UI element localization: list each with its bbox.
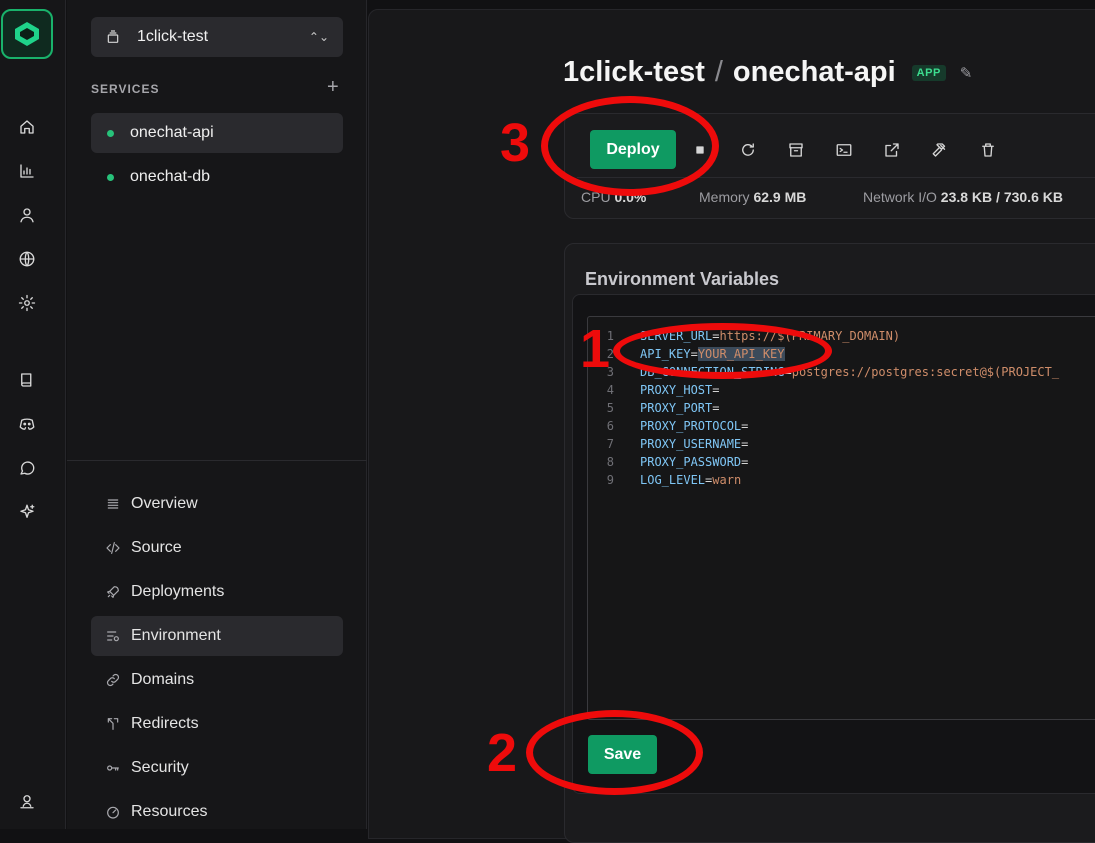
status-dot	[107, 129, 114, 137]
gauge-icon	[107, 806, 119, 819]
annotation-number-1: 1	[580, 319, 611, 379]
external-link-icon[interactable]	[880, 138, 904, 162]
annotation-circle-api-key	[613, 323, 832, 379]
title-project: 1click-test	[563, 56, 705, 88]
project-name: 1click-test	[137, 28, 209, 45]
discord-icon[interactable]	[16, 413, 38, 435]
nav-label: Source	[131, 539, 182, 556]
nav-item-domains[interactable]: Domains	[91, 660, 343, 700]
code-line: 8 PROXY_PASSWORD=	[606, 455, 749, 469]
annotation-number-2: 2	[487, 723, 518, 783]
code-line: 9 LOG_LEVEL=warn	[606, 473, 742, 487]
service-label: onechat-api	[130, 124, 214, 141]
nav-item-security[interactable]: Security	[91, 748, 343, 788]
code-line: 6 PROXY_PROTOCOL=	[606, 419, 749, 433]
main-panel: 1click-test / onechat-api APP ✎ Deploy C…	[368, 9, 1095, 843]
nav-item-redirects[interactable]: Redirects	[91, 704, 343, 744]
nav-label: Deployments	[131, 583, 225, 600]
chat-icon[interactable]	[16, 457, 38, 479]
app-logo-icon[interactable]	[1, 9, 53, 59]
nav-label: Domains	[131, 671, 195, 688]
list-icon	[107, 499, 119, 509]
home-icon[interactable]	[16, 116, 38, 138]
rocket-icon	[107, 586, 119, 598]
service-label: onechat-db	[130, 168, 211, 185]
globe-icon[interactable]	[16, 248, 38, 270]
terminal-icon[interactable]	[832, 138, 856, 162]
annotation-circle-save	[526, 710, 703, 795]
archive-icon[interactable]	[784, 138, 808, 162]
memory-stat: Memory 62.9 MB	[699, 189, 807, 205]
sidebar-divider	[67, 460, 367, 461]
nav-item-environment[interactable]: Environment	[91, 616, 343, 656]
stack-icon	[107, 30, 119, 43]
code-line: 5 PROXY_PORT=	[606, 401, 720, 415]
nav-label: Resources	[131, 803, 208, 820]
hammer-icon[interactable]	[928, 138, 952, 162]
add-service-button[interactable]: +	[327, 76, 339, 99]
title-service: onechat-api	[732, 56, 896, 88]
title-separator: /	[714, 56, 723, 88]
icon-rail	[0, 0, 66, 829]
edit-pencil-icon[interactable]: ✎	[960, 64, 973, 82]
project-selector[interactable]: 1click-test ⌃⌄	[91, 17, 343, 57]
redirect-icon	[107, 718, 119, 730]
service-item-onechat-api[interactable]: onechat-api	[91, 113, 343, 153]
app-badge: APP	[911, 64, 946, 81]
annotation-number-3: 3	[500, 113, 531, 173]
sparkle-icon[interactable]	[16, 501, 38, 523]
page-title: 1click-test / onechat-api APP ✎	[563, 56, 972, 89]
nav-item-overview[interactable]: Overview	[91, 484, 343, 524]
code-line: 7 PROXY_USERNAME=	[606, 437, 749, 451]
nav-label: Environment	[131, 627, 221, 644]
link-icon	[106, 673, 120, 687]
trash-icon[interactable]	[976, 138, 1000, 162]
sidebar: 1click-test ⌃⌄ SERVICES + onechat-api on…	[67, 0, 367, 829]
nav-item-deployments[interactable]: Deployments	[91, 572, 343, 612]
nav-label: Overview	[131, 495, 198, 512]
services-heading: SERVICES	[91, 82, 160, 96]
nav-label: Security	[131, 759, 189, 776]
nav-label: Redirects	[131, 715, 199, 732]
user-icon[interactable]	[16, 204, 38, 226]
environment-heading: Environment Variables	[585, 269, 780, 289]
service-item-onechat-db[interactable]: onechat-db	[91, 157, 343, 197]
account-icon[interactable]	[16, 790, 38, 812]
network-stat: Network I/O 23.8 KB / 730.6 KB	[863, 189, 1063, 205]
status-dot	[107, 173, 114, 181]
gear-icon[interactable]	[16, 292, 38, 314]
code-icon	[106, 542, 120, 554]
annotation-circle-deploy	[541, 96, 719, 196]
chevron-updown-icon: ⌃⌄	[308, 30, 329, 44]
key-icon	[107, 765, 119, 771]
book-icon[interactable]	[16, 369, 38, 391]
chart-icon[interactable]	[16, 160, 38, 182]
env-editor[interactable]: 1 SERVER_URL=https://$(PRIMARY_DOMAIN) 2A…	[587, 316, 1095, 720]
code-line: 4 PROXY_HOST=	[606, 383, 720, 397]
restart-icon[interactable]	[736, 138, 760, 162]
sliders-icon	[107, 631, 119, 642]
nav-item-resources[interactable]: Resources	[91, 792, 343, 832]
nav-item-source[interactable]: Source	[91, 528, 343, 568]
